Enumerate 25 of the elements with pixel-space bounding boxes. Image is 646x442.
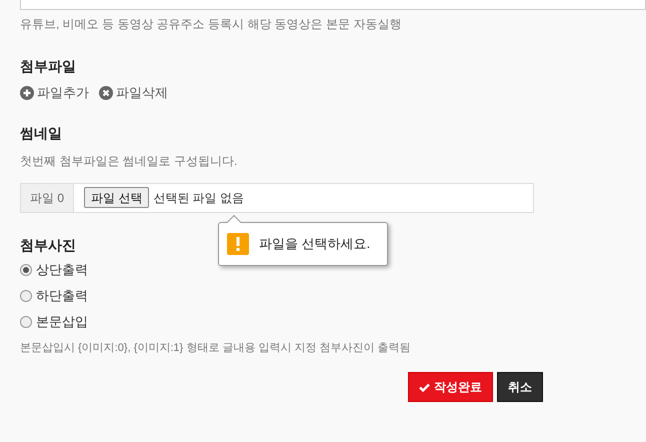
submit-button[interactable]: 작성완료 — [408, 372, 493, 402]
video-hint: 유튜브, 비메오 등 동영상 공유주소 등록시 해당 동영상은 본문 자동실행 — [20, 16, 402, 32]
choose-file-button[interactable]: 파일 선택 — [84, 187, 150, 208]
file-label: 파일 0 — [21, 184, 74, 212]
thumbnail-heading: 썸네일 — [20, 124, 63, 142]
plus-circle-icon — [20, 86, 34, 100]
warning-icon — [227, 233, 249, 255]
close-circle-icon — [99, 86, 113, 100]
radio-button[interactable] — [20, 316, 32, 328]
tooltip-message: 파일을 선택하세요. — [259, 235, 370, 254]
add-file-link[interactable]: 파일추가 — [20, 83, 89, 102]
radio-button[interactable] — [20, 264, 32, 276]
photos-heading: 첨부사진 — [20, 236, 76, 254]
file-status: 선택된 파일 없음 — [153, 190, 244, 206]
thumbnail-hint: 첫번째 첨부파일은 썸네일로 구성됩니다. — [20, 152, 238, 170]
radio-button[interactable] — [20, 290, 32, 302]
radio-option[interactable]: 하단출력 — [20, 286, 646, 306]
video-url-field[interactable] — [20, 0, 646, 10]
photos-note: 본문삽입시 {이미지:0}, {이미지:1} 형태로 글내용 입력시 지정 첨부사진이 출력됨 — [20, 340, 412, 356]
check-icon — [419, 382, 430, 392]
cancel-button[interactable]: 취소 — [497, 372, 543, 402]
radio-option[interactable]: 상단출력 — [20, 260, 646, 280]
delete-file-link[interactable]: 파일삭제 — [99, 83, 168, 102]
radio-option[interactable]: 본문삽입 — [20, 312, 646, 332]
attachments-heading: 첨부파일 — [20, 57, 77, 76]
